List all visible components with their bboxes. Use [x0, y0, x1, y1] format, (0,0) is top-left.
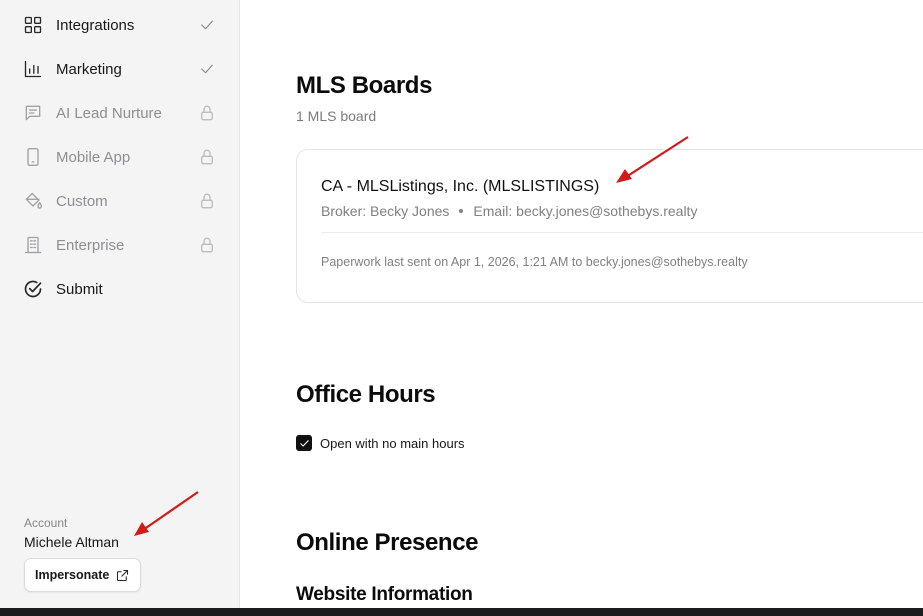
impersonate-button[interactable]: Impersonate	[24, 558, 141, 592]
sidebar: Integrations Marketing AI Lead Nurture M…	[0, 0, 240, 608]
paperwork-status: Paperwork last sent on Apr 1, 2026, 1:21…	[321, 255, 748, 269]
check-circle-icon	[22, 278, 44, 300]
grid-icon	[22, 14, 44, 36]
sidebar-item-submit[interactable]: Submit	[22, 275, 218, 303]
lock-icon	[198, 148, 216, 166]
paint-bucket-icon	[22, 190, 44, 212]
card-divider	[321, 232, 923, 233]
no-main-hours-checkbox[interactable]	[296, 435, 312, 451]
lock-icon	[198, 104, 216, 122]
mls-board-count: 1 MLS board	[296, 108, 377, 124]
sidebar-item-mobile-app[interactable]: Mobile App	[22, 143, 218, 171]
account-caption: Account	[24, 516, 68, 530]
broker-email: Email: becky.jones@sothebys.realty	[473, 203, 698, 219]
sidebar-item-ai-lead-nurture[interactable]: AI Lead Nurture	[22, 99, 218, 127]
office-hours-title: Office Hours	[296, 381, 436, 408]
checkmark-icon	[299, 439, 309, 447]
website-information-title: Website Information	[296, 584, 473, 605]
building-icon	[22, 234, 44, 256]
mls-board-name: CA - MLSListings, Inc. (MLSLISTINGS)	[321, 178, 600, 195]
chat-icon	[22, 102, 44, 124]
impersonate-label: Impersonate	[35, 568, 110, 582]
sidebar-item-label: Enterprise	[56, 236, 125, 254]
mls-board-meta: Broker: Becky Jones Email: becky.jones@s…	[321, 203, 697, 219]
broker-name: Broker: Becky Jones	[321, 203, 450, 219]
sidebar-item-label: Mobile App	[56, 148, 131, 166]
lock-icon	[198, 192, 216, 210]
sidebar-item-label: Custom	[56, 192, 108, 210]
sidebar-item-label: AI Lead Nurture	[56, 104, 162, 122]
check-icon	[198, 16, 216, 34]
no-main-hours-label[interactable]: Open with no main hours	[320, 436, 465, 451]
sidebar-item-integrations[interactable]: Integrations	[22, 11, 218, 39]
mls-board-card: CA - MLSListings, Inc. (MLSLISTINGS) Bro…	[296, 149, 923, 303]
sidebar-item-marketing[interactable]: Marketing	[22, 55, 218, 83]
bar-chart-icon	[22, 58, 44, 80]
external-link-icon	[117, 569, 129, 581]
mls-boards-title: MLS Boards	[296, 72, 433, 99]
separator-dot	[459, 209, 464, 213]
account-name: Michele Altman	[24, 534, 119, 550]
sidebar-item-enterprise[interactable]: Enterprise	[22, 231, 218, 259]
check-icon	[198, 60, 216, 78]
online-presence-title: Online Presence	[296, 529, 479, 556]
sidebar-item-custom[interactable]: Custom	[22, 187, 218, 215]
sidebar-item-label: Submit	[56, 280, 103, 298]
sidebar-item-label: Integrations	[56, 16, 135, 34]
sidebar-item-label: Marketing	[56, 60, 122, 78]
lock-icon	[198, 236, 216, 254]
bottom-bar	[0, 608, 923, 616]
phone-icon	[22, 146, 44, 168]
